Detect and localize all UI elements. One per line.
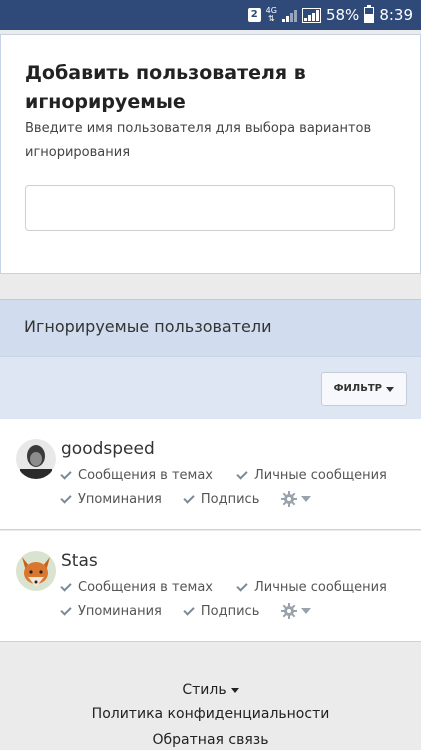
option-thread-messages[interactable]: Сообщения в темах [60, 468, 213, 483]
check-icon [60, 468, 72, 480]
settings-menu[interactable] [281, 491, 312, 507]
check-icon [60, 491, 72, 504]
option-private-messages[interactable]: Личные сообщения [236, 468, 387, 483]
sim-slot-icon: 2 [247, 8, 261, 22]
check-icon [183, 603, 195, 616]
feedback-link[interactable]: Обратная связь [0, 732, 421, 748]
chevron-down-icon [386, 386, 394, 392]
add-ignore-panel: Добавить пользователя в игнорируемые Вве… [0, 34, 421, 274]
style-chooser-link[interactable]: Стиль [0, 682, 421, 698]
option-mentions[interactable]: Упоминания [60, 603, 162, 619]
add-ignore-title: Добавить пользователя в игнорируемые [25, 62, 306, 113]
ignored-users-title: Игнорируемые пользователи [24, 317, 272, 336]
ignored-users-header: Игнорируемые пользователи [0, 299, 421, 356]
ignored-user-row: Stas Сообщения в темах Личные сообщения … [0, 531, 421, 642]
data-arrows-icon: ⇅ [267, 14, 275, 23]
avatar[interactable] [16, 439, 56, 479]
check-icon [236, 580, 248, 592]
check-icon [183, 491, 195, 504]
option-mentions[interactable]: Упоминания [60, 491, 162, 507]
status-bar: 2 4G ⇅ 58% 8:39 [0, 0, 421, 30]
avatar[interactable] [16, 551, 56, 591]
option-private-messages[interactable]: Личные сообщения [236, 580, 387, 595]
option-signature[interactable]: Подпись [183, 603, 259, 619]
battery-percent: 58% [325, 6, 360, 24]
clock: 8:39 [379, 6, 413, 24]
network-type: 4G ⇅ [265, 6, 277, 23]
settings-menu[interactable] [281, 603, 312, 619]
filter-button[interactable]: ФИЛЬТР [320, 372, 407, 406]
signal-2-icon [301, 7, 321, 23]
gear-icon [281, 603, 298, 619]
option-signature[interactable]: Подпись [183, 491, 259, 507]
username-link[interactable]: Stas [61, 551, 98, 571]
chevron-down-icon [301, 608, 312, 614]
privacy-policy-link[interactable]: Политика конфиденциальности [0, 706, 421, 722]
battery-icon [364, 5, 375, 23]
chevron-down-icon [230, 687, 239, 693]
option-thread-messages[interactable]: Сообщения в темах [60, 580, 213, 595]
chevron-down-icon [301, 496, 312, 502]
add-ignore-hint: Введите имя пользователя для выбора вари… [25, 121, 372, 160]
username-input[interactable] [25, 185, 395, 231]
username-link[interactable]: goodspeed [61, 439, 155, 459]
check-icon [60, 580, 72, 592]
check-icon [236, 468, 248, 480]
gear-icon [281, 491, 298, 507]
ignored-user-row: goodspeed Сообщения в темах Личные сообщ… [0, 419, 421, 530]
filter-label: ФИЛЬТР [333, 383, 382, 394]
signal-icon [281, 8, 297, 22]
filter-bar: ФИЛЬТР [0, 356, 421, 419]
check-icon [60, 603, 72, 616]
